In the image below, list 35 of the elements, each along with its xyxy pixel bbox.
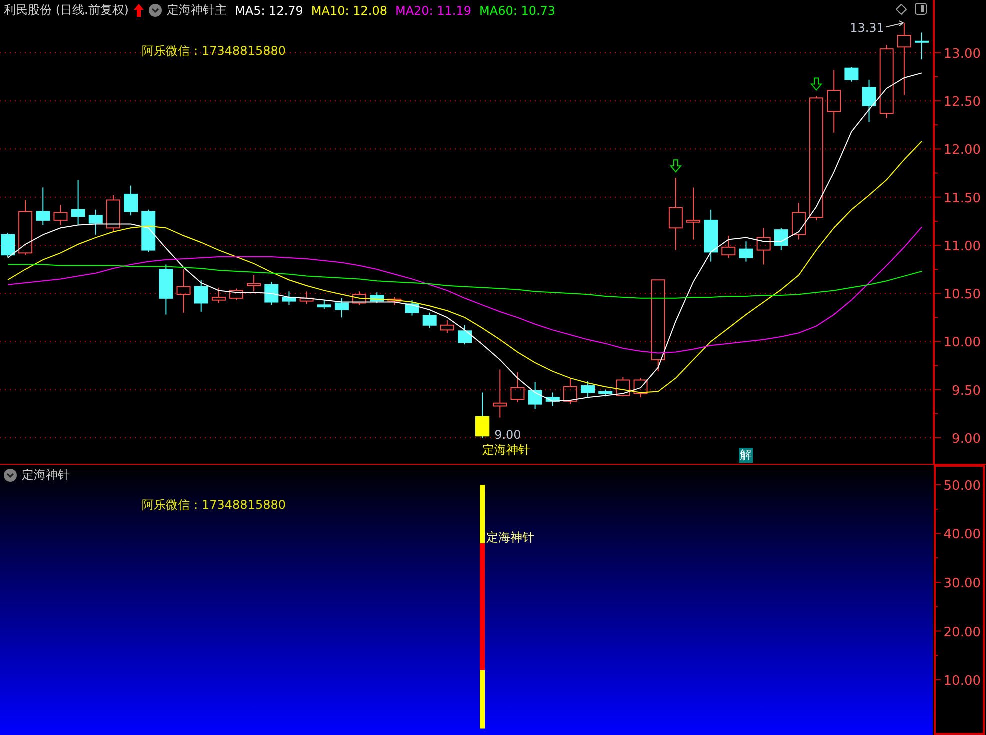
moving-average-value: MA10: 12.08 xyxy=(311,4,388,18)
axis-label: 10.50 xyxy=(944,288,981,303)
axis-label: 50.00 xyxy=(944,479,981,494)
indicator-title: 定海神针 xyxy=(22,467,70,484)
leader-arrow xyxy=(886,20,904,28)
formula-name[interactable]: 定海神针主 xyxy=(167,2,227,19)
up-arrow-icon xyxy=(134,4,144,17)
stock-title: 利民股份 (日线.前复权) xyxy=(4,2,129,19)
axis-label: 40.00 xyxy=(944,528,981,543)
contact-note: 阿乐微信：17348815880 xyxy=(142,497,286,514)
chevron-down-icon[interactable] xyxy=(149,4,162,17)
signal-label: 定海神针 xyxy=(482,443,531,457)
axis-label: 10.00 xyxy=(944,336,981,351)
high-price-label: 13.31 xyxy=(850,21,884,36)
axis-label: 11.50 xyxy=(944,191,981,206)
axis-label: 12.50 xyxy=(944,95,981,110)
unlock-badge[interactable]: 解 xyxy=(739,448,753,463)
contact-note: 阿乐微信：17348815880 xyxy=(142,43,286,60)
axis-label: 30.00 xyxy=(944,576,981,592)
chevron-down-icon[interactable] xyxy=(4,469,17,482)
panel-toggle-icon[interactable] xyxy=(915,3,927,15)
axis-label: 10.00 xyxy=(944,674,981,689)
axis-label: 13.00 xyxy=(944,46,981,62)
moving-average-value: MA60: 10.73 xyxy=(480,4,556,18)
moving-average-value: MA5: 12.79 xyxy=(235,4,304,18)
moving-average-value: MA20: 11.19 xyxy=(395,4,472,18)
low-price-label: 9.00 xyxy=(494,428,522,442)
signal-label: 定海神针 xyxy=(486,530,535,544)
signal-marker xyxy=(476,416,490,437)
axis-label: 12.00 xyxy=(944,143,981,158)
axis-label: 11.00 xyxy=(944,239,981,254)
axis-label: 9.00 xyxy=(952,432,981,447)
axis-label: 9.50 xyxy=(952,384,981,399)
axis-label: 20.00 xyxy=(944,625,981,640)
diamond-icon[interactable] xyxy=(896,4,907,14)
